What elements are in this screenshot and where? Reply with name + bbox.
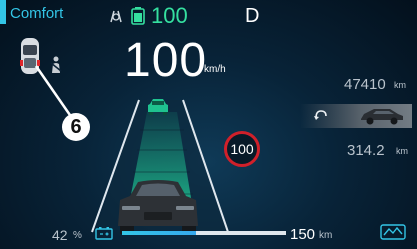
callout-number: 6 xyxy=(70,116,82,138)
